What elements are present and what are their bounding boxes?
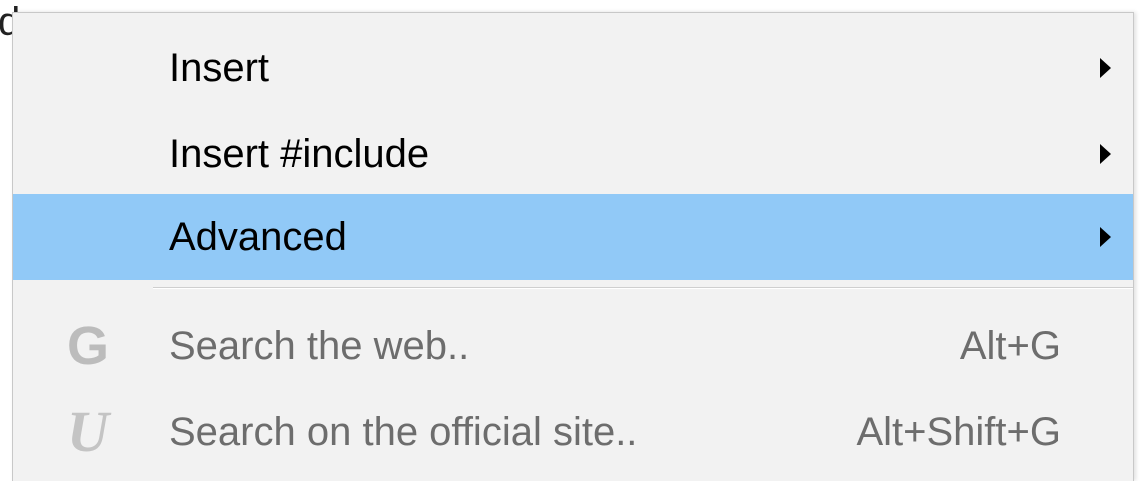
menu-item-search-web[interactable]: G Search the web.. Alt+G [13, 303, 1133, 389]
menu-item-label: Insert [169, 46, 270, 90]
menu-item-label: Insert #include [169, 132, 430, 176]
submenu-arrow-icon [1100, 58, 1111, 78]
menu-item-advanced[interactable]: Advanced [13, 194, 1133, 280]
context-menu: Insert Insert #include Advanced G Search… [12, 12, 1134, 481]
menu-item-search-official-site[interactable]: U Search on the official site.. Alt+Shif… [13, 389, 1133, 475]
unreal-u-icon: U [67, 399, 109, 464]
menu-item-label: Search on the official site.. [169, 410, 638, 454]
menu-item-shortcut: Alt+G [959, 324, 1061, 368]
menu-item-label: Advanced [169, 215, 347, 259]
menu-item-shortcut: Alt+Shift+G [856, 410, 1061, 454]
menu-separator [153, 287, 1133, 289]
submenu-arrow-icon [1100, 227, 1111, 247]
menu-item-insert[interactable]: Insert [13, 25, 1133, 111]
screen: d Insert Insert #include Advanced G Sear… [0, 0, 1147, 481]
submenu-arrow-icon [1100, 144, 1111, 164]
menu-item-insert-include[interactable]: Insert #include [13, 111, 1133, 197]
menu-item-label: Search the web.. [169, 324, 470, 368]
google-g-icon: G [66, 316, 109, 376]
